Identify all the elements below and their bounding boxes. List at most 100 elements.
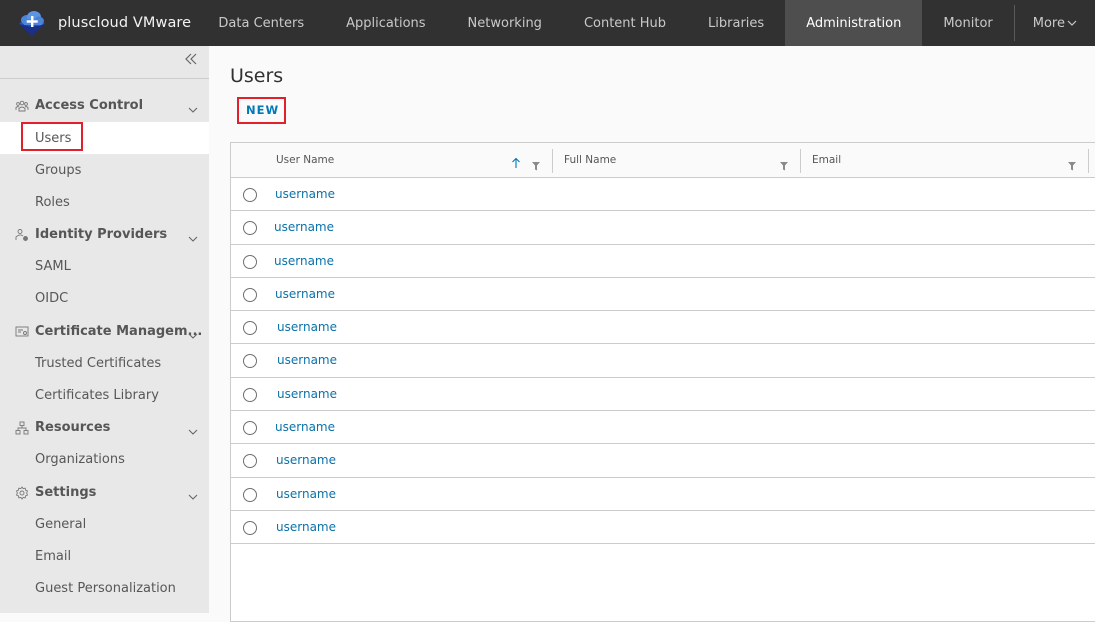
sidebar-section-resources[interactable]: Resources (0, 411, 209, 443)
user-name-link[interactable]: username (275, 287, 335, 301)
table-row[interactable]: username (231, 211, 1095, 245)
sidebar-item-label: Organizations (35, 451, 125, 467)
sidebar-item-certificates-library[interactable]: Certificates Library (0, 379, 209, 411)
sidebar-section-settings[interactable]: Settings (0, 476, 209, 508)
page-title: Users (230, 65, 284, 87)
sidebar-item-roles[interactable]: Roles (0, 186, 209, 218)
sidebar-item-groups[interactable]: Groups (0, 154, 209, 186)
section-label: Resources (35, 419, 111, 435)
row-select-radio[interactable] (243, 321, 257, 336)
sidebar-item-saml[interactable]: SAML (0, 250, 209, 282)
row-select-radio[interactable] (243, 188, 257, 202)
nav-content-hub[interactable]: Content Hub (563, 0, 687, 46)
user-name-link[interactable]: username (275, 187, 335, 201)
table-row[interactable]: username (231, 411, 1095, 445)
chevron-down-icon (188, 229, 198, 242)
sidebar-item-users[interactable]: Users (0, 122, 209, 154)
user-name-link[interactable]: username (274, 254, 334, 268)
nav-administration[interactable]: Administration (785, 0, 923, 46)
filter-icon[interactable] (1068, 156, 1076, 171)
user-name-link[interactable]: username (274, 220, 334, 234)
sidebar-item-label: SAML (35, 258, 71, 274)
nav-libraries[interactable]: Libraries (687, 0, 785, 46)
row-select-radio[interactable] (243, 354, 257, 369)
sidebar-item-trusted-certificates[interactable]: Trusted Certificates (0, 347, 209, 379)
nav-label: Administration (806, 15, 902, 31)
brand[interactable]: pluscloud VMware (0, 0, 197, 46)
section-label: Settings (35, 484, 97, 500)
user-name-link[interactable]: username (276, 487, 336, 501)
nav-applications[interactable]: Applications (325, 0, 446, 46)
row-select-radio[interactable] (243, 487, 257, 502)
top-navigation-bar: pluscloud VMware Data Centers Applicatio… (0, 0, 1095, 46)
column-header-email[interactable]: Email (812, 154, 841, 166)
row-select-radio[interactable] (243, 454, 257, 469)
table-row[interactable]: username (231, 444, 1095, 478)
table-row[interactable]: username (231, 277, 1095, 312)
app-name: pluscloud VMware (58, 15, 192, 31)
sidebar-item-label: Users (35, 130, 72, 146)
nav-monitor[interactable]: Monitor (922, 0, 1013, 46)
column-separator[interactable] (552, 149, 553, 173)
main-nav: Data Centers Applications Networking Con… (197, 0, 1095, 46)
main-content: Users NEW User Name Full Name Email user… (209, 46, 1095, 622)
user-name-link[interactable]: username (276, 453, 336, 467)
double-chevron-left-icon[interactable] (183, 52, 199, 70)
row-select-radio[interactable] (243, 287, 257, 302)
nav-label: Monitor (943, 15, 993, 31)
section-label: Certificate Managem... (35, 323, 203, 339)
sidebar-item-general[interactable]: General (0, 508, 209, 540)
table-row[interactable]: username (231, 377, 1095, 412)
column-separator[interactable] (1088, 149, 1089, 173)
users-datagrid: User Name Full Name Email username usern… (230, 142, 1095, 622)
nav-label: Data Centers (218, 15, 305, 31)
user-name-link[interactable]: username (277, 353, 337, 367)
sidebar-section-access-control[interactable]: Access Control (0, 89, 209, 121)
table-row[interactable]: username (231, 510, 1095, 545)
table-row[interactable]: username (231, 344, 1095, 378)
filter-icon[interactable] (532, 156, 540, 171)
user-name-link[interactable]: username (276, 520, 336, 534)
sidebar-item-organizations[interactable]: Organizations (0, 443, 209, 475)
sidebar-section-certificate-management[interactable]: Certificate Managem... (0, 315, 209, 347)
certificate-icon (15, 324, 29, 338)
user-name-link[interactable]: username (277, 320, 337, 334)
nav-networking[interactable]: Networking (447, 0, 563, 46)
table-row[interactable]: username (231, 178, 1095, 212)
sidebar-item-guest-personalization[interactable]: Guest Personalization (0, 572, 209, 604)
new-user-button[interactable]: NEW (246, 103, 279, 117)
sidebar-item-oidc[interactable]: OIDC (0, 282, 209, 314)
chevron-down-icon (188, 326, 198, 339)
chevron-down-icon (1067, 16, 1077, 31)
row-select-radio[interactable] (243, 254, 257, 269)
row-select-radio[interactable] (243, 421, 257, 436)
user-gear-icon (15, 227, 29, 241)
sidebar-item-email[interactable]: Email (0, 540, 209, 572)
sidebar-section-identity-providers[interactable]: Identity Providers (0, 218, 209, 250)
nav-label: Applications (346, 15, 426, 31)
column-separator[interactable] (800, 149, 801, 173)
sidebar: Access Control Users Groups Roles Identi… (0, 46, 209, 613)
nav-data-centers[interactable]: Data Centers (197, 0, 325, 46)
user-name-link[interactable]: username (275, 420, 335, 434)
sidebar-item-label: Roles (35, 194, 70, 210)
row-select-radio[interactable] (243, 387, 257, 402)
filter-icon[interactable] (780, 156, 788, 171)
table-row[interactable]: username (231, 477, 1095, 511)
table-row[interactable]: username (231, 311, 1095, 345)
nav-more-dropdown[interactable]: More (1015, 0, 1095, 46)
column-header-user-name[interactable]: User Name (276, 154, 334, 166)
chevron-down-icon (188, 100, 198, 113)
column-header-full-name[interactable]: Full Name (564, 154, 616, 166)
users-group-icon (15, 98, 29, 112)
user-name-link[interactable]: username (277, 387, 337, 401)
row-select-radio[interactable] (243, 221, 257, 236)
sort-ascending-icon[interactable] (511, 154, 521, 168)
nav-more-label: More (1032, 15, 1065, 31)
row-select-radio[interactable] (243, 520, 257, 535)
sidebar-item-label: Certificates Library (35, 387, 159, 403)
table-row[interactable]: username (231, 244, 1095, 278)
nav-label: Libraries (708, 15, 765, 31)
hierarchy-icon (15, 420, 29, 435)
sidebar-item-label: Email (35, 548, 72, 564)
